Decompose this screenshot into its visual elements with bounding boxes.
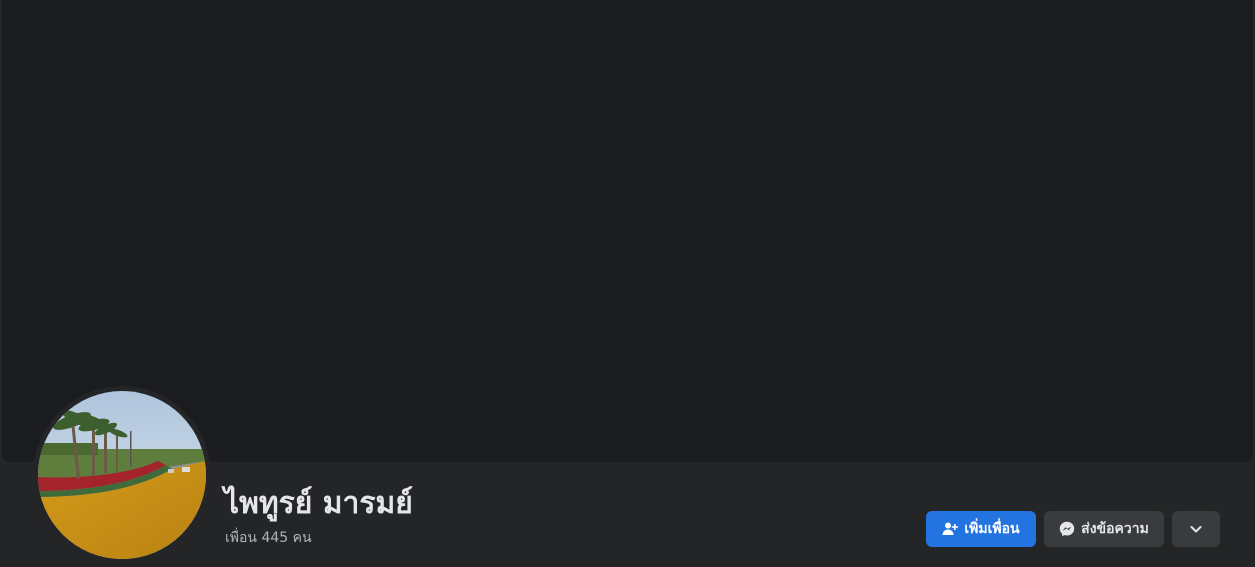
user-plus-icon (942, 521, 959, 537)
more-options-button[interactable] (1172, 511, 1220, 547)
profile-name: ไพทูรย์ มารมย์ (224, 486, 413, 521)
messenger-icon (1059, 521, 1075, 537)
chevron-down-icon (1189, 522, 1203, 536)
add-friend-label: เพิ่มเพื่อน (964, 521, 1020, 537)
add-friend-button[interactable]: เพิ่มเพื่อน (926, 511, 1036, 547)
profile-page: ไพทูรย์ มารมย์ เพื่อน 445 คน เพิ่มเพื่อน… (0, 0, 1255, 567)
send-message-button[interactable]: ส่งข้อความ (1044, 511, 1164, 547)
friends-count-link[interactable]: เพื่อน 445 คน (225, 528, 312, 548)
cover-photo-area[interactable] (2, 0, 1253, 462)
profile-picture[interactable] (33, 386, 211, 564)
send-message-label: ส่งข้อความ (1081, 521, 1149, 537)
avatar-image (38, 391, 206, 559)
